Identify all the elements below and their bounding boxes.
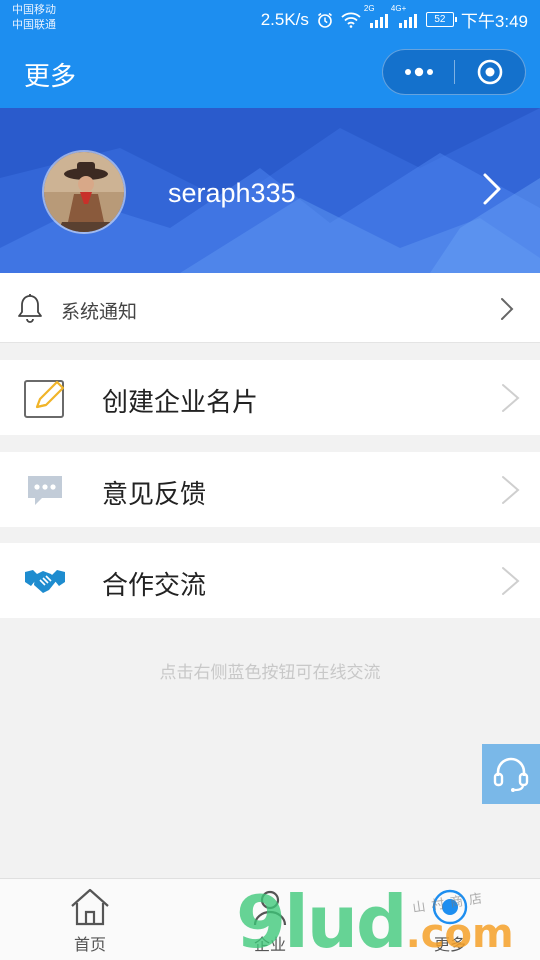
online-chat-hint: 点击右侧蓝色按钮可在线交流: [159, 663, 381, 682]
chevron-right-icon: [502, 476, 520, 504]
system-notification-label: 系统通知: [61, 302, 138, 323]
username: seraph335: [168, 178, 296, 208]
alarm-icon: [316, 11, 334, 29]
carrier-info: 中国移动 中国联通: [12, 3, 56, 33]
carrier-2: 中国联通: [12, 19, 56, 31]
mini-program-capsule: [382, 49, 526, 95]
status-icons: 2.5K/s 2G 4G+ 52 下午3:49: [260, 4, 528, 32]
watermark-suffix: .com: [405, 911, 514, 957]
watermark-main: 9lud: [236, 880, 408, 960]
battery-level: 52: [434, 14, 446, 25]
header: 中国移动 中国联通 2.5K/s 2G 4G+ 52 下午3:49 更多: [0, 0, 540, 108]
network-type-1: 2G: [363, 3, 375, 13]
tab-home[interactable]: 首页: [0, 879, 180, 960]
menu-item-feedback[interactable]: 意见反馈: [0, 452, 540, 527]
customer-service-button[interactable]: [482, 744, 540, 804]
menu-item-create-card[interactable]: 创建企业名片: [0, 360, 540, 435]
avatar-image: [44, 152, 124, 232]
edit-card-icon: [22, 376, 68, 420]
signal-icon-2g: 2G: [364, 4, 390, 28]
signal-icon-4g: 4G+: [391, 4, 419, 28]
menu-item-label: 意见反馈: [102, 479, 207, 509]
chevron-right-icon: [501, 298, 514, 320]
page-title: 更多: [24, 61, 77, 91]
menu-item-label: 创建企业名片: [102, 387, 259, 417]
system-notification-row[interactable]: 系统通知: [0, 273, 540, 343]
headset-icon: [493, 757, 529, 792]
more-dots-button[interactable]: [383, 50, 454, 94]
wifi-icon: [341, 12, 361, 28]
home-icon: [71, 888, 109, 926]
profile-banner[interactable]: seraph335: [0, 108, 540, 273]
network-speed: 2.5K/s: [260, 9, 309, 29]
more-dots-icon: [404, 67, 433, 77]
bell-icon: [18, 294, 42, 323]
menu-item-cooperation[interactable]: 合作交流: [0, 543, 540, 618]
chevron-right-icon[interactable]: [482, 172, 502, 206]
handshake-icon: [22, 559, 68, 603]
tab-label: 首页: [73, 937, 106, 954]
battery-icon: 52: [425, 12, 457, 27]
carrier-1: 中国移动: [12, 4, 56, 16]
status-bar: 中国移动 中国联通 2.5K/s 2G 4G+ 52 下午3:49: [0, 0, 540, 40]
chevron-right-icon: [502, 384, 520, 412]
chevron-right-icon: [502, 567, 520, 595]
menu-item-label: 合作交流: [102, 570, 207, 600]
clock: 下午3:49: [460, 12, 528, 31]
chat-bubble-icon: [22, 468, 68, 512]
close-button[interactable]: [454, 50, 525, 94]
network-type-2: 4G+: [390, 3, 407, 13]
close-target-icon: [477, 59, 502, 85]
avatar[interactable]: [42, 150, 126, 234]
